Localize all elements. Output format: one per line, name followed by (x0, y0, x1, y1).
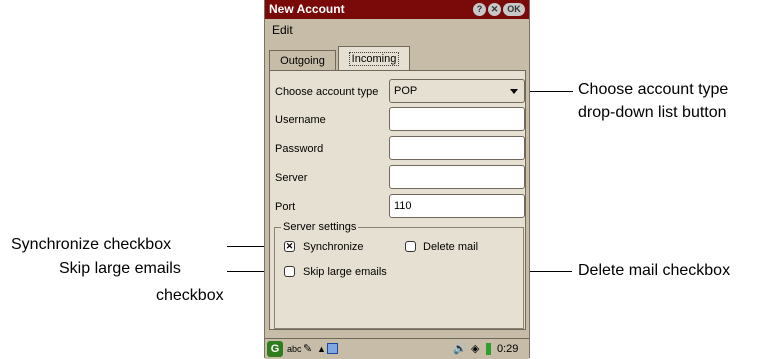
window-icon[interactable] (327, 343, 338, 354)
password-label: Password (275, 143, 324, 155)
start-icon[interactable]: G (267, 341, 283, 357)
username-field[interactable] (389, 107, 525, 131)
connection-icon[interactable]: ◈ (471, 339, 479, 359)
input-mode[interactable]: abc (287, 339, 302, 359)
callout-synchronize: Synchronize checkbox (11, 236, 172, 253)
port-field[interactable]: 110 (389, 194, 525, 218)
taskbar: G abc ✎ ▲ 🔊 ◈ 0:29 (265, 338, 529, 359)
callout-skip-large-line1: Skip large emails (59, 260, 181, 277)
menu-bar: Edit (265, 19, 529, 41)
title-bar: New Account ? ✕ OK (265, 0, 529, 19)
username-label: Username (275, 114, 326, 126)
tab-outgoing[interactable]: Outgoing (269, 50, 336, 70)
battery-icon[interactable] (486, 343, 491, 355)
callout-delete-mail: Delete mail checkbox (578, 262, 731, 279)
menu-edit[interactable]: Edit (272, 23, 293, 37)
account-type-label: Choose account type (275, 86, 379, 98)
callout-account-type-line2: drop-down list button (578, 104, 727, 121)
leader-account-type (523, 91, 573, 92)
skip-large-emails-checkbox[interactable] (284, 266, 295, 277)
synchronize-label: Synchronize (303, 241, 364, 253)
server-field[interactable] (389, 165, 525, 189)
server-label: Server (275, 172, 308, 184)
tab-incoming[interactable]: Incoming (338, 46, 410, 70)
device-screen: New Account ? ✕ OK Edit Outgoing Incomin… (264, 0, 530, 359)
account-type-dropdown[interactable]: POP (389, 79, 525, 103)
password-field[interactable] (389, 136, 525, 160)
pen-icon[interactable]: ✎ (303, 339, 312, 359)
server-settings-legend: Server settings (281, 220, 359, 234)
skip-large-emails-label: Skip large emails (303, 266, 387, 278)
callout-account-type-line1: Choose account type (578, 81, 729, 98)
close-icon[interactable]: ✕ (488, 3, 501, 16)
port-label: Port (275, 201, 296, 213)
arrow-up-icon[interactable]: ▲ (317, 339, 326, 359)
callout-skip-large-line2: checkbox (156, 287, 224, 304)
window-title: New Account (269, 2, 345, 16)
tab-incoming-label: Incoming (348, 52, 400, 66)
speaker-icon[interactable]: 🔊 (453, 339, 467, 359)
chevron-down-icon (510, 89, 518, 94)
help-icon[interactable]: ? (473, 3, 486, 16)
clock[interactable]: 0:29 (497, 339, 518, 359)
ok-button[interactable]: OK (503, 3, 525, 16)
account-type-value: POP (394, 85, 418, 97)
delete-mail-checkbox[interactable] (405, 241, 416, 252)
delete-mail-label: Delete mail (423, 241, 479, 253)
synchronize-checkbox[interactable]: ✕ (284, 241, 295, 252)
